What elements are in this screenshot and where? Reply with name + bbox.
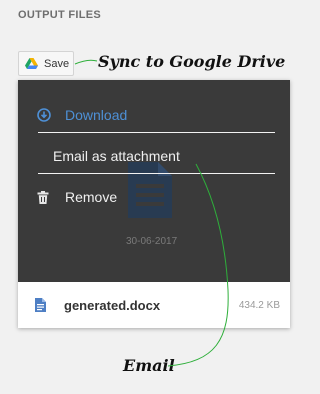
annotation-arrow-sync (74, 59, 98, 65)
annotation-sync: Sync to Google Drive (98, 52, 286, 71)
menu-divider (38, 132, 275, 133)
menu-item-download[interactable]: Download (18, 97, 290, 133)
file-size: 434.2 KB (238, 299, 280, 311)
menu-item-label: Email as attachment (53, 148, 180, 164)
file-row[interactable]: generated.docx 434.2 KB (18, 282, 290, 328)
download-icon (37, 108, 57, 122)
annotation-email: Email (123, 356, 175, 375)
section-title: OUTPUT FILES (18, 9, 102, 21)
save-button-label: Save (44, 57, 70, 70)
file-name: generated.docx (64, 297, 161, 313)
menu-item-email-attachment[interactable]: Email as attachment (18, 138, 290, 174)
save-to-drive-button[interactable]: Save (18, 51, 74, 76)
file-actions-menu: Download Email as attachment Remove (18, 80, 290, 282)
menu-divider (38, 173, 275, 174)
menu-item-label: Download (65, 107, 128, 123)
output-file-card: 30-06-2017 Download Email as attachment (18, 80, 290, 328)
trash-icon (37, 190, 57, 204)
doc-file-icon (35, 298, 46, 312)
google-drive-icon (25, 57, 38, 69)
menu-item-label: Remove (65, 189, 118, 205)
menu-item-remove[interactable]: Remove (18, 179, 290, 215)
